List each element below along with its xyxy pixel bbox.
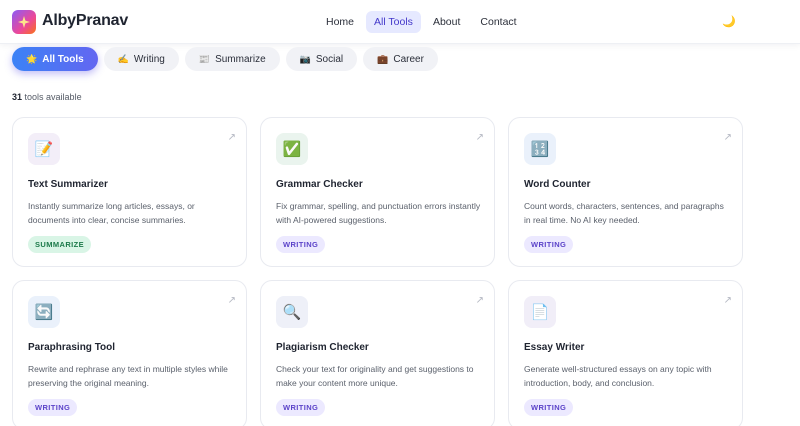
check-mark-icon: ✅ [276, 133, 308, 165]
filter-social[interactable]: 📷 Social [285, 47, 358, 71]
tools-grid: 📝 ↗ Text Summarizer Instantly summarize … [12, 117, 743, 426]
filter-all-tools[interactable]: 🌟 All Tools [12, 47, 98, 71]
brand-name[interactable]: AlbyPranav [42, 12, 128, 30]
star-icon: 🌟 [26, 53, 38, 64]
refresh-icon: 🔄 [28, 296, 60, 328]
tool-description: Instantly summarize long articles, essay… [28, 201, 195, 225]
numbers-icon: 🔢 [524, 133, 556, 165]
tool-title: Grammar Checker [276, 179, 363, 190]
sparkle-logo-icon [18, 16, 30, 28]
top-navbar: AlbyPranav Home All Tools About Contact … [0, 0, 800, 44]
open-arrow-icon: ↗ [723, 295, 732, 306]
tool-tag: SUMMARIZE [28, 236, 92, 253]
briefcase-icon: 💼 [377, 53, 389, 64]
nav-contact[interactable]: Contact [472, 11, 524, 33]
tool-card-text-summarizer[interactable]: 📝 ↗ Text Summarizer Instantly summarize … [12, 117, 247, 267]
open-arrow-icon: ↗ [227, 295, 236, 306]
tool-card-grammar-checker[interactable]: ✅ ↗ Grammar Checker Fix grammar, spellin… [260, 117, 495, 267]
open-arrow-icon: ↗ [227, 132, 236, 143]
tools-count: 31 tools available [12, 92, 82, 102]
filter-label: Summarize [215, 53, 266, 65]
tool-tag: WRITING [28, 399, 78, 416]
tool-title: Text Summarizer [28, 179, 108, 190]
nav-all-tools[interactable]: All Tools [366, 11, 421, 33]
tool-description: Check your text for originality and get … [276, 364, 474, 388]
tool-tag: WRITING [276, 236, 326, 253]
main-nav: Home All Tools About Contact [318, 11, 525, 33]
memo-icon: 📝 [28, 133, 60, 165]
filter-label: Career [393, 53, 424, 65]
filter-writing[interactable]: ✍️ Writing [103, 47, 179, 71]
tool-tag: WRITING [276, 399, 326, 416]
camera-icon: 📷 [299, 53, 311, 64]
magnifier-icon: 🔍 [276, 296, 308, 328]
nav-home[interactable]: Home [318, 11, 362, 33]
category-filters: 🌟 All Tools ✍️ Writing 📰 Summarize 📷 Soc… [12, 47, 438, 71]
newspaper-icon: 📰 [198, 53, 211, 64]
tool-tag: WRITING [524, 399, 574, 416]
filter-summarize[interactable]: 📰 Summarize [184, 47, 280, 71]
tool-card-paraphrasing-tool[interactable]: 🔄 ↗ Paraphrasing Tool Rewrite and rephra… [12, 280, 247, 426]
tool-description: Count words, characters, sentences, and … [524, 201, 724, 225]
tool-description: Fix grammar, spelling, and punctuation e… [276, 201, 481, 225]
tool-title: Paraphrasing Tool [28, 342, 116, 353]
brand-logo[interactable] [12, 10, 36, 34]
moon-icon[interactable]: 🌙 [722, 15, 736, 28]
open-arrow-icon: ↗ [723, 132, 732, 143]
tool-tag: WRITING [524, 236, 574, 253]
tool-card-plagiarism-checker[interactable]: 🔍 ↗ Plagiarism Checker Check your text f… [260, 280, 495, 426]
open-arrow-icon: ↗ [475, 132, 484, 143]
nav-about[interactable]: About [425, 11, 468, 33]
tools-count-number: 31 [12, 92, 23, 102]
document-icon: 📄 [524, 296, 556, 328]
writing-hand-icon: ✍️ [117, 53, 129, 64]
filter-career[interactable]: 💼 Career [363, 47, 438, 71]
tool-title: Plagiarism Checker [276, 342, 369, 353]
tool-description: Rewrite and rephrase any text in multipl… [28, 364, 228, 388]
tool-description: Generate well-structured essays on any t… [524, 364, 712, 388]
tools-count-text: tools available [24, 92, 82, 102]
tool-card-essay-writer[interactable]: 📄 ↗ Essay Writer Generate well-structure… [508, 280, 743, 426]
open-arrow-icon: ↗ [475, 295, 484, 306]
tool-title: Word Counter [524, 179, 591, 190]
filter-label: All Tools [42, 53, 84, 65]
filter-label: Writing [133, 53, 165, 65]
tool-title: Essay Writer [524, 342, 585, 353]
tool-card-word-counter[interactable]: 🔢 ↗ Word Counter Count words, characters… [508, 117, 743, 267]
filter-label: Social [315, 53, 344, 65]
